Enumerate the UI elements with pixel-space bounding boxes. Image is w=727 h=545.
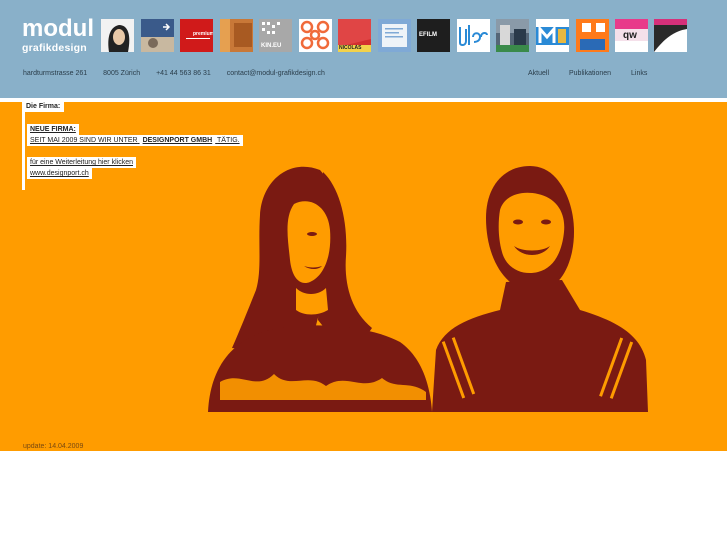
team-portrait-illustration — [208, 166, 648, 412]
pattern-thumb-icon — [300, 20, 330, 50]
update-date: update: 14.04.2009 — [23, 443, 84, 450]
premium-thumb-icon — [186, 38, 210, 39]
thumb-pattern[interactable] — [299, 19, 332, 52]
thumb-dark-curve[interactable] — [654, 19, 687, 52]
thumb-premium[interactable]: premium — [180, 19, 213, 52]
contact-email-link[interactable]: contact@modul-grafikdesign.ch — [227, 70, 325, 77]
announcement-line: SEIT MAI 2009 SIND WIR UNTER DESIGNPORT … — [27, 135, 243, 146]
thumb-nicolas[interactable]: NICOLAS — [338, 19, 371, 52]
thumb-film-caption: EFILM — [419, 32, 437, 38]
contact-phone: +41 44 563 86 31 — [156, 70, 211, 77]
thumb-nicolas-caption: NICOLAS — [339, 45, 362, 51]
thumb-qw[interactable]: qw — [615, 19, 648, 52]
neue-firma-heading: NEUE FIRMA: — [27, 124, 79, 135]
arrow-thumb-icon — [141, 23, 174, 52]
announcement-suffix: TÄTIG. — [217, 137, 240, 144]
thumb-arrow-photo[interactable] — [141, 19, 174, 52]
logo-word-grafikdesign: grafikdesign — [22, 42, 87, 54]
firma-label: Die Firma: — [22, 101, 65, 112]
nav-item-publikationen[interactable]: Publikationen — [569, 70, 611, 77]
thumb-kin[interactable]: KIN.EU — [259, 19, 292, 52]
announcement-prefix: SEIT MAI 2009 SIND WIR UNTER — [30, 137, 138, 144]
dark-curve-thumb-icon — [654, 19, 687, 52]
document-thumb-icon — [382, 24, 407, 47]
site-logo[interactable]: modul grafikdesign — [22, 17, 94, 54]
logo-word-modul: modul — [22, 15, 94, 42]
thumb-document[interactable] — [378, 19, 411, 52]
header-bar: modul grafikdesign premium KIN.EU NICOLA… — [0, 0, 727, 98]
announcement-company: DESIGNPORT GMBH — [142, 137, 213, 144]
redirect-link[interactable]: für eine Weiterleitung hier klicken — [27, 157, 136, 168]
thumb-building[interactable] — [496, 19, 529, 52]
contact-city: 8005 Zürich — [103, 70, 141, 77]
orange-photo-thumb-icon — [580, 23, 605, 50]
contact-info: hardturmstrasse 261 8005 Zürich +41 44 5… — [23, 70, 325, 77]
thumb-wood[interactable] — [220, 19, 253, 52]
portrait-thumb-icon — [108, 25, 130, 52]
contact-street: hardturmstrasse 261 — [23, 70, 88, 77]
wood-thumb-icon — [220, 19, 252, 52]
designport-url-link[interactable]: www.designport.ch — [27, 168, 92, 179]
nav-item-aktuell[interactable]: Aktuell — [528, 70, 549, 77]
building-thumb-icon — [496, 19, 529, 52]
thumb-portrait-woman[interactable] — [101, 19, 134, 52]
nav-item-links[interactable]: Links — [631, 70, 647, 77]
m-logo-thumb-icon — [536, 19, 569, 52]
thumb-kin-caption: KIN.EU — [261, 43, 282, 49]
thumb-film[interactable]: EFILM — [417, 19, 450, 52]
thumb-m-logo[interactable] — [536, 19, 569, 52]
blc-thumb-icon — [459, 25, 488, 47]
thumb-orange-photo[interactable] — [576, 19, 609, 52]
thumb-qw-caption: qw — [623, 30, 637, 41]
thumb-blc[interactable] — [457, 19, 490, 52]
